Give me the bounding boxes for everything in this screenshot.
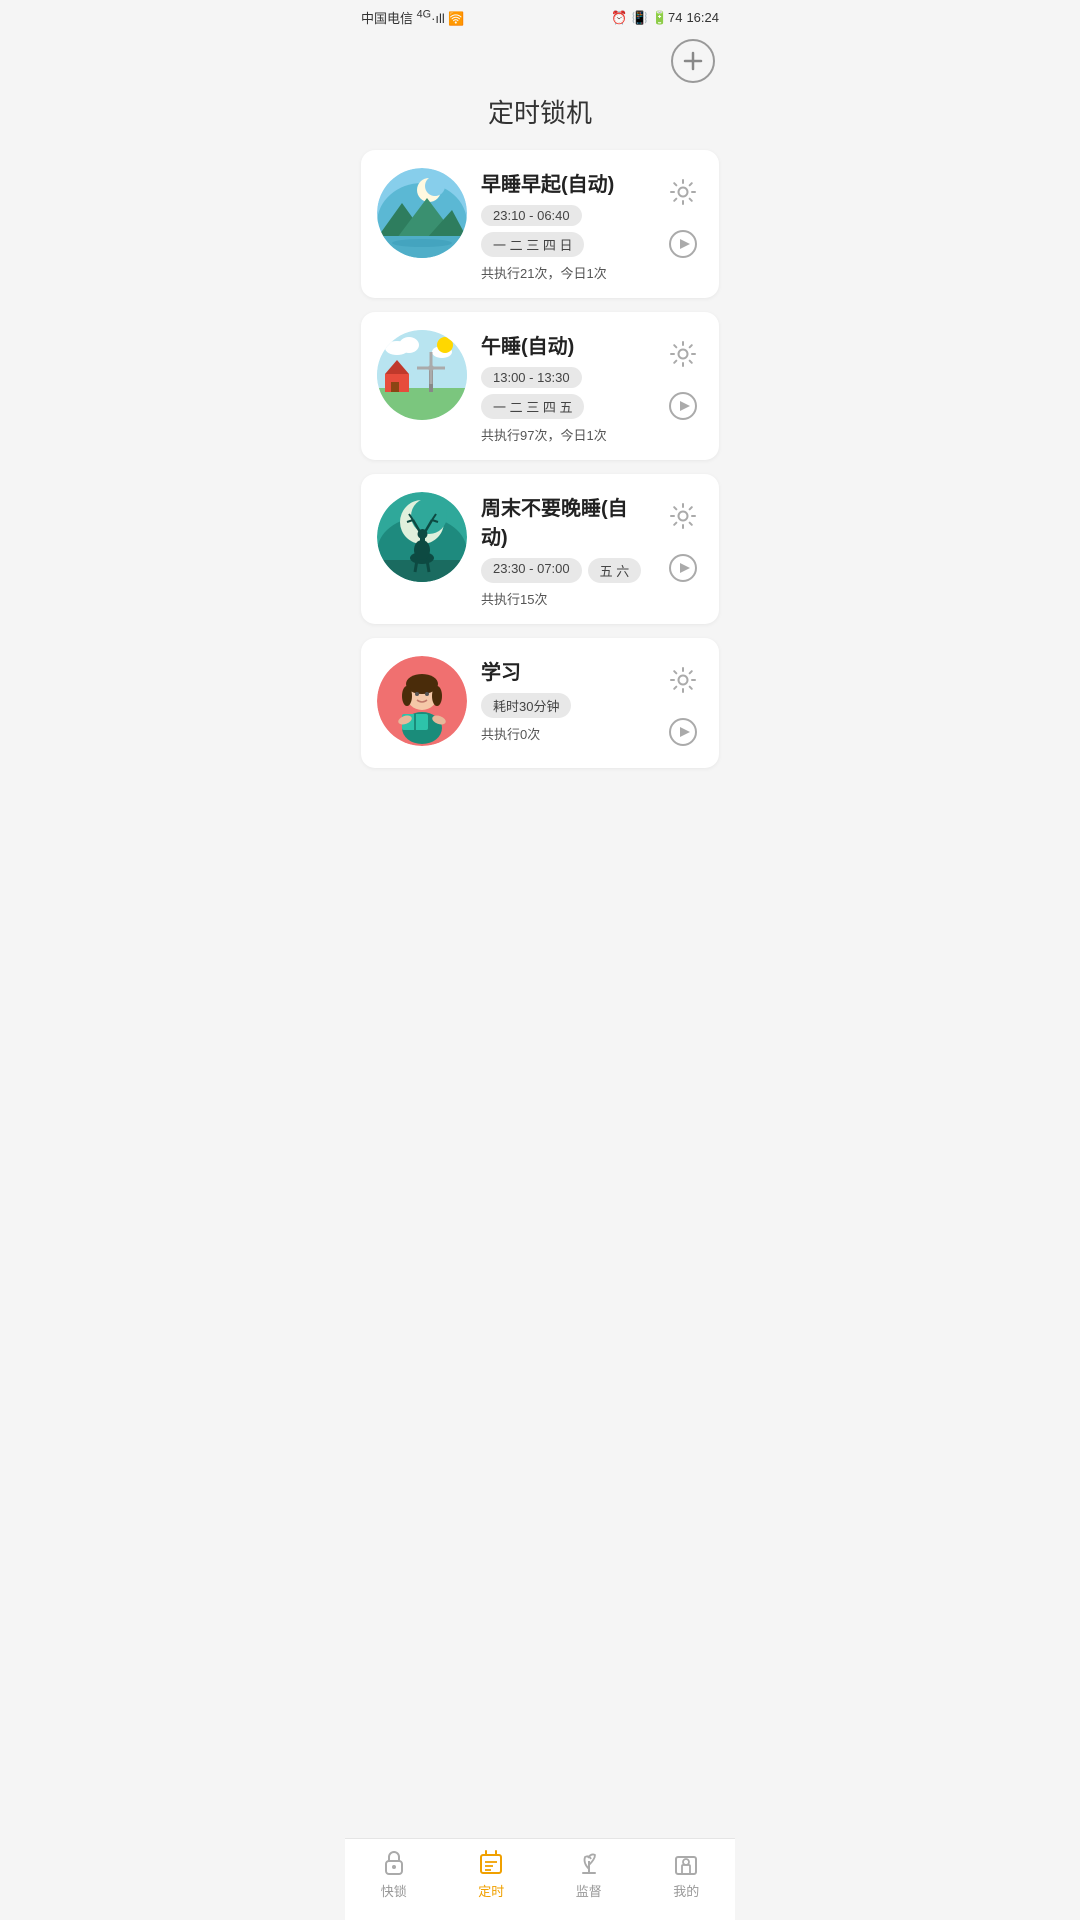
lock-icon (380, 1849, 408, 1877)
card3-play-button[interactable] (663, 548, 703, 588)
nav-jiandu-label: 监督 (576, 1881, 602, 1900)
nav-dingshi[interactable]: 定时 (456, 1849, 526, 1900)
card-xuexi: 学习 耗时30分钟 共执行0次 (361, 638, 719, 768)
battery: 🔋74 (652, 10, 683, 26)
card1-actions (663, 168, 703, 264)
avatar-windmill (377, 330, 467, 420)
card4-play-button[interactable] (663, 712, 703, 752)
card3-tags: 23:30 - 07:00 五 六 (481, 558, 649, 583)
card3-time-tag: 23:30 - 07:00 (481, 558, 582, 583)
card4-duration-tag: 耗时30分钟 (481, 693, 571, 718)
card3-title: 周末不要晚睡(自动) (481, 492, 649, 550)
avatar-reading-girl (377, 656, 467, 746)
home-icon (672, 1849, 700, 1877)
avatar-deer-moon (377, 492, 467, 582)
add-button[interactable] (671, 39, 715, 83)
card1-days-tag: 一 二 三 四 日 (481, 232, 584, 257)
card1-title: 早睡早起(自动) (481, 168, 649, 197)
card2-time-tag: 13:00 - 13:30 (481, 367, 582, 388)
card2-title: 午睡(自动) (481, 330, 649, 359)
nav-jiandu[interactable]: 监督 (554, 1849, 624, 1900)
card1-content: 早睡早起(自动) 23:10 - 06:40 一 二 三 四 日 共执行21次，… (481, 168, 649, 282)
status-bar: 中国电信 4G·ıll 🛜 ⏰ 📳 🔋74 16:24 (345, 0, 735, 31)
card2-stats: 共执行97次，今日1次 (481, 425, 649, 444)
card1-time-tag: 23:10 - 06:40 (481, 205, 582, 226)
card2-actions (663, 330, 703, 426)
card-zaoqi: 早睡早起(自动) 23:10 - 06:40 一 二 三 四 日 共执行21次，… (361, 150, 719, 298)
nav-kuaisuo-label: 快锁 (381, 1881, 407, 1900)
card4-actions (663, 656, 703, 752)
card3-stats: 共执行15次 (481, 589, 649, 608)
nav-wode[interactable]: 我的 (651, 1849, 721, 1900)
nav-kuaisuo[interactable]: 快锁 (359, 1849, 429, 1900)
bottom-nav: 快锁 定时 监督 (345, 1838, 735, 1920)
alarm-icon: ⏰ (611, 10, 627, 26)
card4-title: 学习 (481, 656, 649, 685)
time: 16:24 (686, 10, 719, 25)
card4-stats: 共执行0次 (481, 724, 649, 743)
nav-dingshi-label: 定时 (478, 1881, 504, 1900)
nav-wode-label: 我的 (673, 1881, 699, 1900)
card1-play-button[interactable] (663, 224, 703, 264)
card4-content: 学习 耗时30分钟 共执行0次 (481, 656, 649, 743)
carrier-signal: 中国电信 4G·ıll 🛜 (361, 8, 465, 27)
card1-stats: 共执行21次，今日1次 (481, 263, 649, 282)
card1-tags: 23:10 - 06:40 一 二 三 四 日 (481, 205, 649, 257)
avatar-night-lake (377, 168, 467, 258)
card2-content: 午睡(自动) 13:00 - 13:30 一 二 三 四 五 共执行97次，今日… (481, 330, 649, 444)
card3-settings-button[interactable] (663, 496, 703, 536)
card3-content: 周末不要晚睡(自动) 23:30 - 07:00 五 六 共执行15次 (481, 492, 649, 608)
card2-settings-button[interactable] (663, 334, 703, 374)
card-zhoumo: 周末不要晚睡(自动) 23:30 - 07:00 五 六 共执行15次 (361, 474, 719, 624)
card2-days-tag: 一 二 三 四 五 (481, 394, 584, 419)
card1-settings-button[interactable] (663, 172, 703, 212)
card-wushui: 午睡(自动) 13:00 - 13:30 一 二 三 四 五 共执行97次，今日… (361, 312, 719, 460)
card2-tags: 13:00 - 13:30 一 二 三 四 五 (481, 367, 649, 419)
card3-days-tag: 五 六 (588, 558, 642, 583)
card4-settings-button[interactable] (663, 660, 703, 700)
cards-container: 早睡早起(自动) 23:10 - 06:40 一 二 三 四 日 共执行21次，… (345, 150, 735, 768)
timer-icon (477, 1849, 505, 1877)
card4-tags: 耗时30分钟 (481, 693, 649, 718)
vibrate-icon: 📳 (632, 10, 648, 26)
status-right: ⏰ 📳 🔋74 16:24 (611, 10, 719, 26)
page-title: 定时锁机 (345, 87, 735, 150)
page-header (345, 31, 735, 87)
card2-play-button[interactable] (663, 386, 703, 426)
plant-icon (575, 1849, 603, 1877)
card3-actions (663, 492, 703, 588)
